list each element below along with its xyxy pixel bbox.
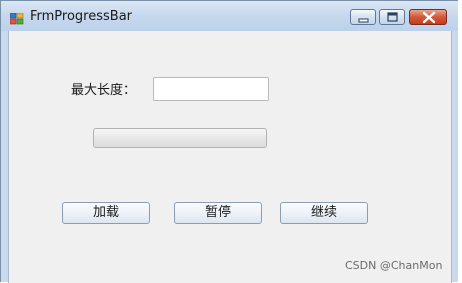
window-title: FrmProgressBar xyxy=(30,9,133,24)
progress-bar xyxy=(93,128,267,148)
max-length-input[interactable] xyxy=(153,77,269,101)
form-client-area: 最大长度： 加载 暂停 继续 xyxy=(8,31,452,283)
minimize-icon xyxy=(358,18,369,23)
title-bar[interactable]: FrmProgressBar xyxy=(1,1,459,31)
window-edge xyxy=(458,0,462,282)
max-length-label: 最大长度： xyxy=(71,83,137,98)
close-icon xyxy=(422,11,436,24)
maximize-button[interactable] xyxy=(379,9,405,25)
watermark: CSDN @ChanMon xyxy=(345,259,443,272)
pause-button[interactable]: 暂停 xyxy=(174,202,262,224)
app-icon xyxy=(9,10,24,25)
app-window: FrmProgressBar 最大长度： 加载 暂停 继续 xyxy=(0,0,460,283)
maximize-icon xyxy=(387,12,398,22)
load-button[interactable]: 加载 xyxy=(62,202,150,224)
minimize-button[interactable] xyxy=(350,9,376,25)
close-button[interactable] xyxy=(409,9,447,25)
resume-button[interactable]: 继续 xyxy=(280,202,368,224)
